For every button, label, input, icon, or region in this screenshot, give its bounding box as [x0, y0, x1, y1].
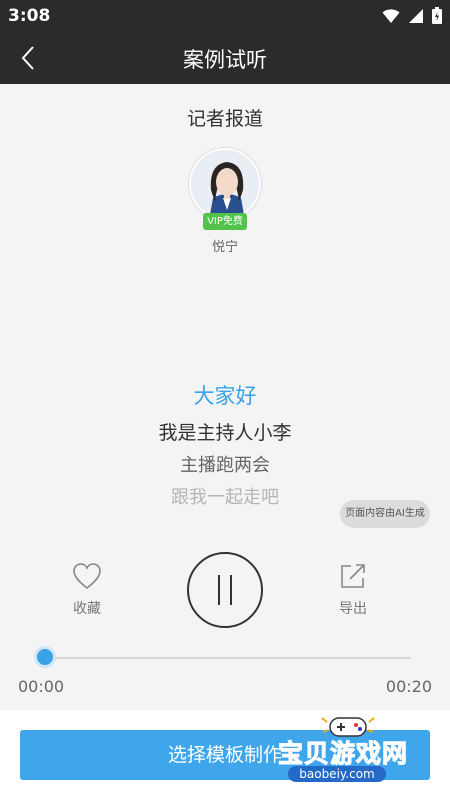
battery-icon	[432, 7, 442, 24]
status-icons	[382, 7, 442, 24]
header: 案例试听	[0, 32, 450, 84]
lyric-line: 主播跑两会	[180, 455, 270, 476]
export-icon	[341, 564, 365, 588]
status-bar: 3:08	[0, 0, 450, 32]
export-label: 导出	[339, 601, 367, 617]
pause-icon	[230, 575, 232, 605]
heart-icon	[73, 563, 101, 590]
favorite-label: 收藏	[73, 601, 101, 617]
pause-button[interactable]	[187, 552, 263, 628]
watermark: 宝贝游戏网 baobeiy.com	[270, 712, 450, 800]
vip-badge: VIP免费	[203, 213, 247, 230]
export-button[interactable]: 导出	[328, 562, 378, 618]
favorite-button[interactable]: 收藏	[62, 562, 112, 618]
wifi-icon	[382, 8, 400, 23]
avatar[interactable]	[189, 148, 261, 220]
watermark-domain: baobeiy.com	[288, 766, 386, 782]
ai-generated-badge: 页面内容由AI生成	[340, 500, 430, 528]
total-time: 00:20	[385, 677, 432, 696]
pause-icon	[218, 575, 220, 605]
lyric-line: 我是主持人小李	[158, 422, 292, 444]
watermark-name: 宝贝游戏网	[277, 739, 409, 769]
signal-icon	[409, 8, 423, 23]
progress-track[interactable]	[45, 657, 411, 659]
anchor-name: 悦宁	[211, 240, 238, 255]
anchor-portrait-icon	[191, 150, 259, 218]
category-title: 记者报道	[186, 108, 263, 130]
main-content: 记者报道 VIP免费 悦宁 大家好 我是主持人小李 主播跑两会 跟我一起走吧 页…	[0, 84, 450, 710]
page-title: 案例试听	[183, 48, 267, 72]
current-time: 00:00	[18, 677, 65, 696]
status-time: 3:08	[8, 6, 51, 26]
progress-thumb[interactable]	[34, 646, 56, 668]
lyric-line-active: 大家好	[193, 384, 257, 408]
